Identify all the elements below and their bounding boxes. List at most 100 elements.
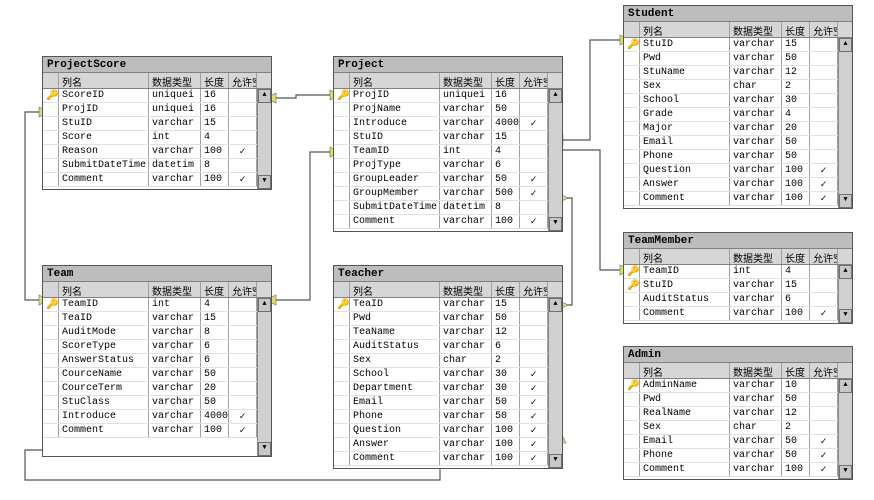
title-bar[interactable]: Team bbox=[43, 266, 271, 282]
column-row[interactable]: 🔑TeaIDvarchar15 bbox=[334, 298, 562, 312]
column-row[interactable]: Pwdvarchar50 bbox=[334, 312, 562, 326]
column-row[interactable]: ProjTypevarchar6 bbox=[334, 159, 562, 173]
column-row[interactable]: Commentvarchar100✓ bbox=[334, 215, 562, 229]
column-row[interactable]: 🔑ProjIDuniquei16 bbox=[334, 89, 562, 103]
scroll-track[interactable] bbox=[839, 52, 852, 194]
title-bar[interactable]: Project bbox=[334, 57, 562, 73]
column-row[interactable]: AnswerStatusvarchar6 bbox=[43, 354, 271, 368]
column-row[interactable]: Emailvarchar50✓ bbox=[624, 435, 852, 449]
scroll-track[interactable] bbox=[549, 312, 562, 454]
column-row[interactable]: 🔑ScoreIDuniquei16 bbox=[43, 89, 271, 103]
column-row[interactable]: Sexchar2 bbox=[624, 421, 852, 435]
column-row[interactable]: StuIDvarchar15 bbox=[334, 131, 562, 145]
column-row[interactable]: Questionvarchar100✓ bbox=[624, 164, 852, 178]
scroll-track[interactable] bbox=[839, 393, 852, 465]
column-row[interactable]: Sexchar2 bbox=[334, 354, 562, 368]
column-row[interactable]: Commentvarchar100✓ bbox=[334, 452, 562, 466]
column-row[interactable]: Commentvarchar100✓ bbox=[624, 307, 852, 321]
column-row[interactable]: RealNamevarchar12 bbox=[624, 407, 852, 421]
column-row[interactable]: AuditStatusvarchar6 bbox=[624, 293, 852, 307]
scroll-track[interactable] bbox=[258, 312, 271, 442]
column-row[interactable]: Emailvarchar50 bbox=[624, 136, 852, 150]
column-row[interactable]: Pwdvarchar50 bbox=[624, 393, 852, 407]
scroll-up-icon[interactable]: ▲ bbox=[839, 379, 852, 393]
column-row[interactable]: Emailvarchar50✓ bbox=[334, 396, 562, 410]
table-project[interactable]: Project列名数据类型长度允许空🔑ProjIDuniquei16ProjNa… bbox=[333, 56, 563, 232]
scroll-track[interactable] bbox=[258, 103, 271, 175]
column-row[interactable]: SubmitDateTimedatetim8 bbox=[43, 159, 271, 173]
column-row[interactable]: Pwdvarchar50 bbox=[624, 52, 852, 66]
vertical-scrollbar[interactable]: ▲▼ bbox=[838, 265, 852, 323]
table-projectscore[interactable]: ProjectScore列名数据类型长度允许空🔑ScoreIDuniquei16… bbox=[42, 56, 272, 190]
column-row[interactable]: Schoolvarchar30✓ bbox=[334, 368, 562, 382]
column-row[interactable]: SubmitDateTimedatetim8 bbox=[334, 201, 562, 215]
vertical-scrollbar[interactable]: ▲▼ bbox=[838, 379, 852, 479]
table-admin[interactable]: Admin列名数据类型长度允许空🔑AdminNamevarchar10Pwdva… bbox=[623, 346, 853, 480]
column-row[interactable]: Phonevarchar50✓ bbox=[624, 449, 852, 463]
vertical-scrollbar[interactable]: ▲▼ bbox=[257, 89, 271, 189]
column-row[interactable]: 🔑AdminNamevarchar10 bbox=[624, 379, 852, 393]
column-row[interactable]: ProjIDuniquei16 bbox=[43, 103, 271, 117]
column-row[interactable]: Gradevarchar4 bbox=[624, 108, 852, 122]
column-row[interactable]: ScoreTypevarchar6 bbox=[43, 340, 271, 354]
scroll-down-icon[interactable]: ▼ bbox=[549, 454, 562, 468]
table-team[interactable]: Team列名数据类型长度允许空🔑TeamIDint4TeaIDvarchar15… bbox=[42, 265, 272, 457]
scroll-down-icon[interactable]: ▼ bbox=[549, 217, 562, 231]
vertical-scrollbar[interactable]: ▲▼ bbox=[548, 298, 562, 468]
table-student[interactable]: Student列名数据类型长度允许空🔑StuIDvarchar15Pwdvarc… bbox=[623, 5, 853, 209]
column-row[interactable]: Scoreint4 bbox=[43, 131, 271, 145]
title-bar[interactable]: Student bbox=[624, 6, 852, 22]
column-row[interactable]: StuIDvarchar15 bbox=[43, 117, 271, 131]
vertical-scrollbar[interactable]: ▲▼ bbox=[548, 89, 562, 231]
column-row[interactable]: Answervarchar100✓ bbox=[334, 438, 562, 452]
title-bar[interactable]: Admin bbox=[624, 347, 852, 363]
scroll-up-icon[interactable]: ▲ bbox=[549, 298, 562, 312]
column-row[interactable]: 🔑TeamIDint4 bbox=[43, 298, 271, 312]
column-row[interactable]: Schoolvarchar30 bbox=[624, 94, 852, 108]
column-row[interactable]: CourceNamevarchar50 bbox=[43, 368, 271, 382]
scroll-track[interactable] bbox=[839, 279, 852, 309]
column-row[interactable]: GroupLeadervarchar50✓ bbox=[334, 173, 562, 187]
table-teacher[interactable]: Teacher列名数据类型长度允许空🔑TeaIDvarchar15Pwdvarc… bbox=[333, 265, 563, 469]
scroll-up-icon[interactable]: ▲ bbox=[258, 298, 271, 312]
scroll-up-icon[interactable]: ▲ bbox=[258, 89, 271, 103]
column-row[interactable]: Commentvarchar100✓ bbox=[624, 192, 852, 206]
title-bar[interactable]: Teacher bbox=[334, 266, 562, 282]
column-row[interactable]: TeaNamevarchar12 bbox=[334, 326, 562, 340]
scroll-track[interactable] bbox=[549, 103, 562, 217]
scroll-down-icon[interactable]: ▼ bbox=[839, 194, 852, 208]
column-row[interactable]: Sexchar2 bbox=[624, 80, 852, 94]
title-bar[interactable]: ProjectScore bbox=[43, 57, 271, 73]
column-row[interactable]: Introducevarchar4000✓ bbox=[334, 117, 562, 131]
column-row[interactable]: Majorvarchar20 bbox=[624, 122, 852, 136]
column-row[interactable]: Answervarchar100✓ bbox=[624, 178, 852, 192]
scroll-up-icon[interactable]: ▲ bbox=[839, 265, 852, 279]
column-row[interactable]: TeamIDint4 bbox=[334, 145, 562, 159]
scroll-up-icon[interactable]: ▲ bbox=[549, 89, 562, 103]
title-bar[interactable]: TeamMember bbox=[624, 233, 852, 249]
column-row[interactable]: 🔑StuIDvarchar15 bbox=[624, 38, 852, 52]
column-row[interactable]: StuClassvarchar50 bbox=[43, 396, 271, 410]
column-row[interactable]: Introducevarchar4000✓ bbox=[43, 410, 271, 424]
column-row[interactable]: AuditModevarchar8 bbox=[43, 326, 271, 340]
column-row[interactable]: StuNamevarchar12 bbox=[624, 66, 852, 80]
column-row[interactable]: Phonevarchar50 bbox=[624, 150, 852, 164]
column-row[interactable]: Commentvarchar100✓ bbox=[624, 463, 852, 477]
column-row[interactable]: TeaIDvarchar15 bbox=[43, 312, 271, 326]
column-row[interactable]: GroupMembervarchar500✓ bbox=[334, 187, 562, 201]
scroll-down-icon[interactable]: ▼ bbox=[839, 309, 852, 323]
column-row[interactable]: Reasonvarchar100✓ bbox=[43, 145, 271, 159]
column-row[interactable]: Commentvarchar100✓ bbox=[43, 173, 271, 187]
scroll-down-icon[interactable]: ▼ bbox=[839, 465, 852, 479]
column-row[interactable]: CourceTermvarchar20 bbox=[43, 382, 271, 396]
scroll-down-icon[interactable]: ▼ bbox=[258, 442, 271, 456]
column-row[interactable]: ProjNamevarchar50 bbox=[334, 103, 562, 117]
column-row[interactable]: AuditStatusvarchar6 bbox=[334, 340, 562, 354]
column-row[interactable]: Phonevarchar50✓ bbox=[334, 410, 562, 424]
table-teammember[interactable]: TeamMember列名数据类型长度允许空🔑TeamIDint4🔑StuIDva… bbox=[623, 232, 853, 324]
column-row[interactable]: Commentvarchar100✓ bbox=[43, 424, 271, 438]
column-row[interactable]: Departmentvarchar30✓ bbox=[334, 382, 562, 396]
column-row[interactable]: Questionvarchar100✓ bbox=[334, 424, 562, 438]
column-row[interactable]: 🔑StuIDvarchar15 bbox=[624, 279, 852, 293]
vertical-scrollbar[interactable]: ▲▼ bbox=[257, 298, 271, 456]
